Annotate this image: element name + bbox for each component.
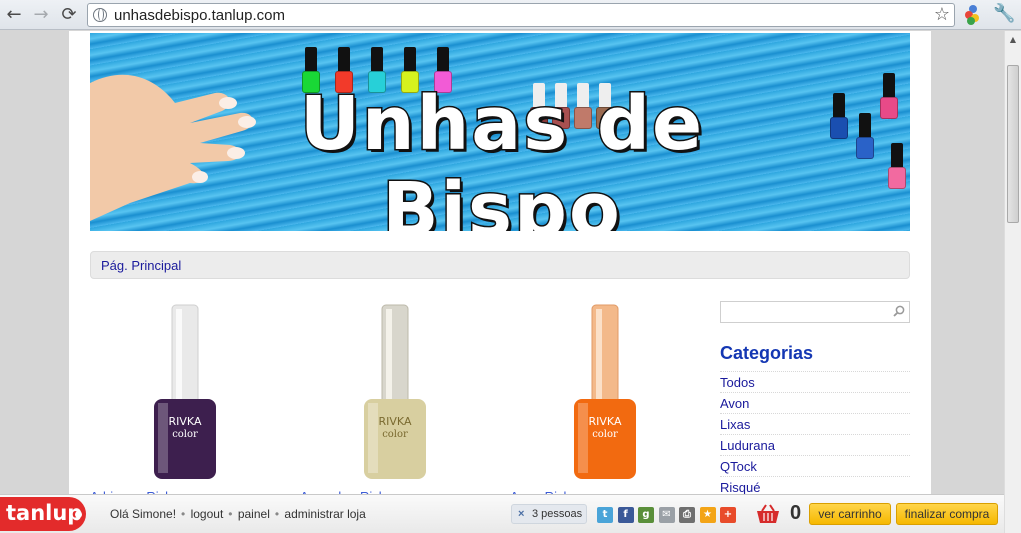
nail-polish-bottle-icon[interactable]: RIVKA color: [140, 303, 230, 483]
site-banner[interactable]: Unhas de Bispo: [90, 33, 910, 231]
extension-icon[interactable]: [965, 5, 981, 25]
google-icon[interactable]: g: [638, 507, 654, 523]
logo-dot-icon: [75, 511, 82, 518]
categories-list: Todos Avon Lixas Ludurana QTock Risqué: [720, 371, 910, 497]
forward-button[interactable]: →: [30, 4, 52, 26]
greeting: Olá Simone!: [110, 507, 177, 521]
svg-text:color: color: [172, 429, 198, 440]
reload-button[interactable]: ⟳: [58, 4, 80, 26]
globe-icon: [93, 8, 107, 22]
people-online-badge[interactable]: × 3 pessoas: [511, 504, 587, 524]
back-button[interactable]: ←: [3, 4, 25, 26]
category-item[interactable]: Todos: [720, 371, 910, 392]
main-nav: Pág. Principal: [90, 251, 910, 279]
scroll-thumb[interactable]: [1007, 65, 1019, 223]
polish-bottle-icon: [888, 143, 906, 189]
print-icon[interactable]: ⎙: [679, 507, 695, 523]
painel-link[interactable]: painel: [238, 507, 270, 521]
checkout-button[interactable]: finalizar compra: [896, 503, 998, 525]
category-item[interactable]: QTock: [720, 455, 910, 476]
logout-link[interactable]: logout: [191, 507, 224, 521]
browser-toolbar: ← → ⟳ unhasdebispo.tanlup.com ☆ 🔧: [0, 0, 1021, 30]
nail-polish-bottle-icon[interactable]: RIVKA color: [560, 303, 650, 483]
close-icon[interactable]: ×: [518, 508, 524, 520]
scroll-up-icon[interactable]: ▲: [1005, 31, 1021, 48]
polish-bottle-icon: [856, 113, 874, 159]
wrench-menu-icon[interactable]: 🔧: [993, 3, 1015, 24]
categories-title: Categorias: [720, 343, 814, 363]
people-count: 3 pessoas: [532, 508, 583, 520]
search-icon[interactable]: [893, 305, 905, 317]
category-item[interactable]: Avon: [720, 392, 910, 413]
tanlup-toolbar: tanlup Olá Simone! • logout • painel • admi…: [0, 494, 1004, 533]
nav-link-home[interactable]: Pág. Principal: [101, 258, 181, 273]
email-icon[interactable]: ✉: [658, 507, 675, 523]
bookmark-star-icon[interactable]: ☆: [934, 4, 950, 25]
nail-polish-bottle-icon[interactable]: RIVKA color: [350, 303, 440, 483]
category-item[interactable]: Ludurana: [720, 434, 910, 455]
address-bar[interactable]: unhasdebispo.tanlup.com ☆: [87, 3, 955, 27]
shopping-basket-icon[interactable]: [756, 504, 780, 524]
page-viewport: Unhas de Bispo Pág. Principal RIVKA colo…: [0, 31, 1004, 533]
page-content: Unhas de Bispo Pág. Principal RIVKA colo…: [69, 31, 931, 533]
polish-bottle-icon: [830, 93, 848, 139]
more-share-icon[interactable]: +: [720, 507, 736, 523]
user-links: Olá Simone! • logout • painel • administrar…: [110, 507, 366, 521]
favorite-icon[interactable]: ★: [699, 507, 716, 523]
polish-bottle-icon: [880, 73, 898, 119]
banner-title: Unhas de Bispo: [298, 80, 705, 232]
url-text: unhasdebispo.tanlup.com: [114, 7, 285, 24]
view-cart-button[interactable]: ver carrinho: [809, 503, 891, 525]
vertical-scrollbar[interactable]: ▲: [1004, 31, 1021, 533]
category-item[interactable]: Lixas: [720, 413, 910, 434]
svg-text:RIVKA: RIVKA: [169, 415, 202, 428]
twitter-icon[interactable]: t: [597, 507, 613, 523]
search-input[interactable]: [720, 301, 910, 323]
facebook-icon[interactable]: f: [617, 507, 634, 523]
admin-store-link[interactable]: administrar loja: [284, 507, 365, 521]
svg-text:RIVKA: RIVKA: [379, 415, 412, 428]
tanlup-logo[interactable]: tanlup: [0, 497, 86, 531]
svg-text:color: color: [382, 429, 408, 440]
svg-text:RIVKA: RIVKA: [589, 415, 622, 428]
svg-text:color: color: [592, 429, 618, 440]
cart-count: 0: [790, 502, 802, 524]
